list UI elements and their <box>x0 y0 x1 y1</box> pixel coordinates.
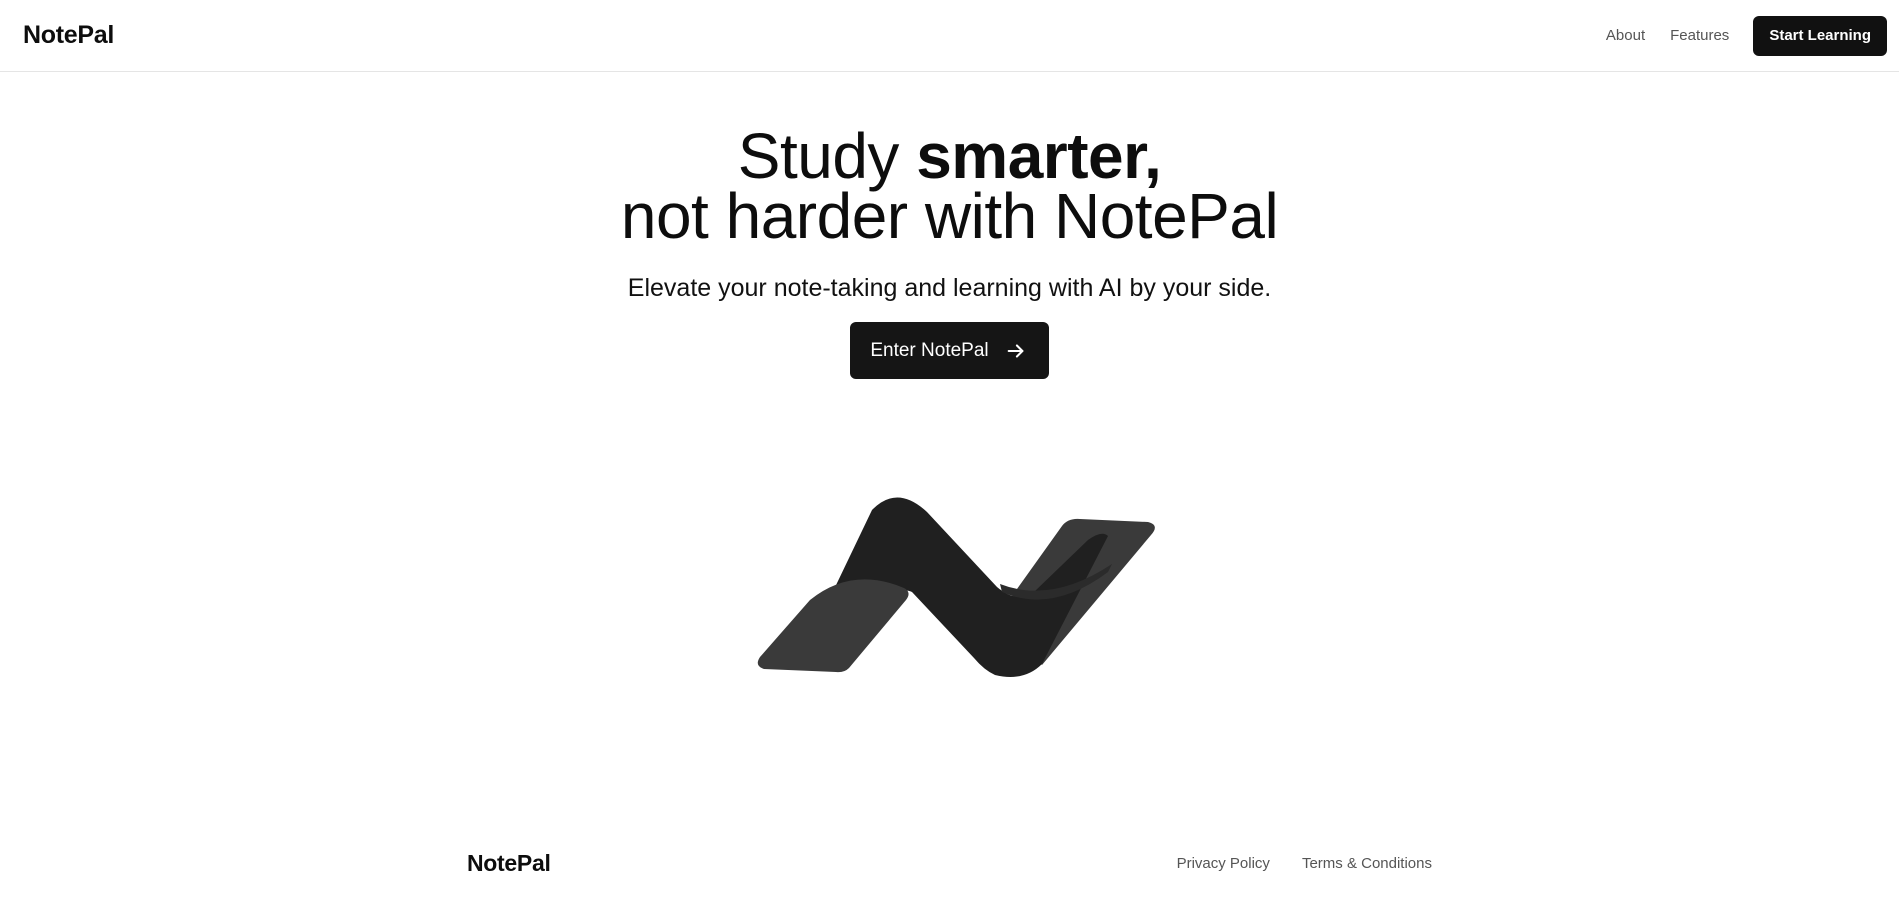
enter-notepal-label: Enter NotePal <box>870 339 989 361</box>
site-header: NotePal About Features Start Learning <box>0 0 1899 72</box>
terms-conditions-link[interactable]: Terms & Conditions <box>1302 855 1432 872</box>
hero-title: Study smarter, not harder with NotePal <box>0 124 1899 248</box>
notepal-logo-icon <box>757 497 1155 677</box>
hero-section: Study smarter, not harder with NotePal E… <box>0 124 1899 379</box>
nav-link-about[interactable]: About <box>1606 27 1645 44</box>
footer-links: Privacy Policy Terms & Conditions <box>1177 855 1432 872</box>
hero-subtitle: Elevate your note-taking and learning wi… <box>627 274 1272 302</box>
hero-title-line2: not harder with NotePal <box>620 180 1279 252</box>
enter-notepal-button[interactable]: Enter NotePal <box>850 322 1049 379</box>
privacy-policy-link[interactable]: Privacy Policy <box>1177 855 1270 872</box>
main-nav: About Features Start Learning <box>1606 15 1887 56</box>
footer-brand[interactable]: NotePal <box>467 850 551 877</box>
site-footer: NotePal Privacy Policy Terms & Condition… <box>467 850 1432 877</box>
nav-link-features[interactable]: Features <box>1670 27 1729 44</box>
brand-logo[interactable]: NotePal <box>23 21 114 50</box>
logo-left-band <box>757 579 909 673</box>
start-learning-button[interactable]: Start Learning <box>1753 15 1887 56</box>
arrow-right-icon <box>1007 343 1024 358</box>
